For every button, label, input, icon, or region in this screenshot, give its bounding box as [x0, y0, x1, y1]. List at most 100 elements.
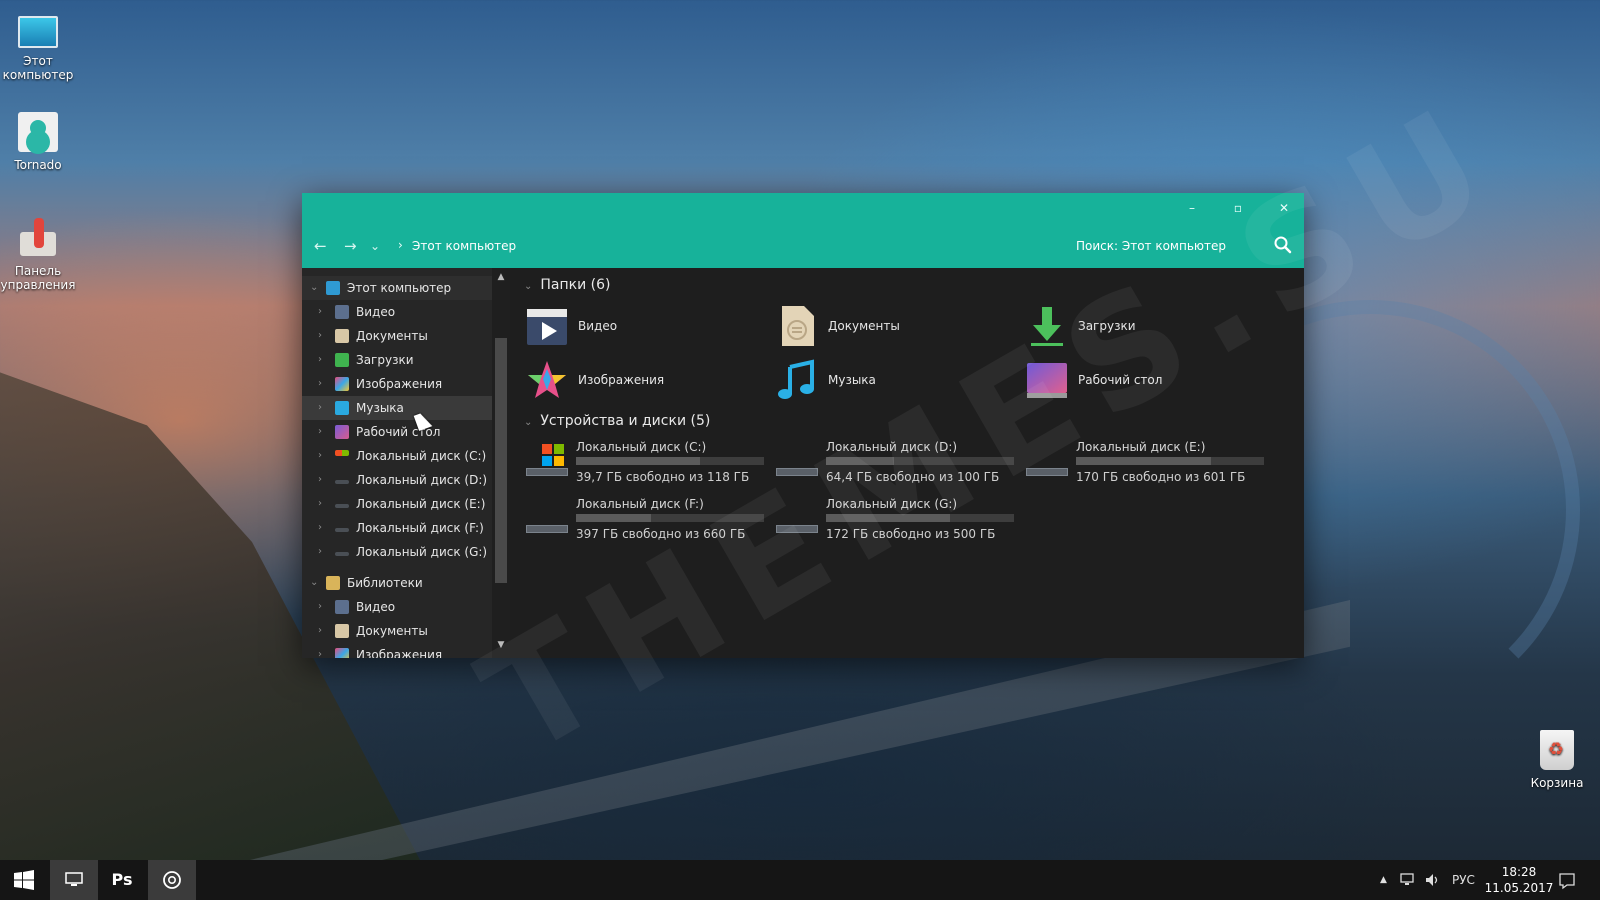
drive-usage-fill	[826, 514, 951, 522]
scroll-up-icon[interactable]: ▲	[495, 272, 507, 282]
sidebar-item-pictures[interactable]: › Изображения	[302, 372, 492, 396]
taskbar-photoshop-button[interactable]: Ps	[98, 860, 146, 900]
chevron-down-icon[interactable]: ⌄	[310, 571, 318, 595]
chevron-right-icon[interactable]: ›	[318, 540, 322, 564]
recent-locations-button[interactable]: ⌄	[370, 239, 380, 253]
chevron-right-icon[interactable]: ›	[318, 348, 322, 372]
windows-logo-icon	[14, 870, 34, 890]
sidebar-item-desktop[interactable]: › Рабочий стол	[302, 420, 492, 444]
chevron-down-icon[interactable]: ⌄	[310, 276, 318, 300]
scroll-down-icon[interactable]: ▼	[495, 640, 507, 650]
downloads-icon	[335, 353, 349, 367]
sidebar-item-label: Видео	[356, 600, 396, 614]
drive-icon	[526, 468, 568, 476]
folder-pictures[interactable]: Изображения	[526, 356, 776, 406]
sidebar-item-drive-d[interactable]: › Локальный диск (D:)	[302, 468, 492, 492]
chevron-right-icon[interactable]: ›	[318, 468, 322, 492]
chevron-right-icon[interactable]: ›	[318, 324, 322, 348]
pictures-icon	[335, 377, 349, 391]
sidebar-item-this-pc[interactable]: ⌄ Этот компьютер	[302, 276, 492, 300]
drive-name: Локальный диск (E:)	[1076, 440, 1206, 454]
drive-f[interactable]: Локальный диск (F:) 397 ГБ свободно из 6…	[526, 497, 771, 549]
start-button[interactable]	[0, 860, 48, 900]
group-title: Устройства и диски (5)	[540, 413, 711, 429]
windows-drive-icon	[335, 450, 349, 456]
sidebar-item-music[interactable]: › Музыка	[302, 396, 492, 420]
drive-usage-bar	[576, 457, 764, 465]
drive-name: Локальный диск (F:)	[576, 497, 704, 511]
drive-icon	[335, 528, 349, 532]
clock[interactable]: 18:28 11.05.2017	[1484, 864, 1554, 896]
drive-usage-fill	[826, 457, 894, 465]
chevron-right-icon[interactable]: ›	[318, 619, 322, 643]
chevron-right-icon[interactable]: ›	[318, 516, 322, 540]
chevron-right-icon[interactable]: ›	[318, 300, 322, 324]
folder-label: Изображения	[578, 373, 665, 387]
scrollbar-thumb[interactable]	[495, 338, 507, 583]
chevron-right-icon[interactable]: ›	[318, 492, 322, 516]
taskbar-chrome-button[interactable]	[148, 860, 196, 900]
sidebar-item-downloads[interactable]: › Загрузки	[302, 348, 492, 372]
drive-e[interactable]: Локальный диск (E:) 170 ГБ свободно из 6…	[1026, 440, 1271, 492]
maximize-button[interactable]: ▫	[1228, 201, 1248, 217]
network-icon[interactable]	[1400, 872, 1418, 888]
drive-free-space: 172 ГБ свободно из 500 ГБ	[826, 527, 996, 541]
tray-overflow-button[interactable]: ▲	[1380, 860, 1387, 900]
folder-label: Рабочий стол	[1078, 373, 1163, 387]
libraries-icon	[326, 576, 340, 590]
sidebar-item-libraries[interactable]: ⌄ Библиотеки	[302, 571, 492, 595]
sidebar-item-drive-e[interactable]: › Локальный диск (E:)	[302, 492, 492, 516]
chevron-down-icon[interactable]: ⌄	[524, 281, 532, 292]
drive-g[interactable]: Локальный диск (G:) 172 ГБ свободно из 5…	[776, 497, 1021, 549]
title-bar: – ▫ ✕ ← → ⌄ › Этот компьютер Поиск: Этот…	[302, 193, 1304, 268]
folder-downloads[interactable]: Загрузки	[1026, 302, 1276, 352]
breadcrumb[interactable]: Этот компьютер	[412, 239, 516, 253]
sidebar-scrollbar[interactable]: ▲ ▼	[492, 268, 510, 658]
folders-group-header[interactable]: ⌄ Папки (6)	[524, 277, 611, 293]
sidebar-item-drive-g[interactable]: › Локальный диск (G:)	[302, 540, 492, 564]
sidebar-item-lib-pictures[interactable]: › Изображения	[302, 643, 492, 658]
sidebar-item-video[interactable]: › Видео	[302, 300, 492, 324]
sidebar-item-drive-f[interactable]: › Локальный диск (F:)	[302, 516, 492, 540]
volume-icon[interactable]	[1424, 872, 1442, 888]
sidebar-item-drive-c[interactable]: › Локальный диск (C:)	[302, 444, 492, 468]
sidebar-item-label: Этот компьютер	[347, 281, 452, 295]
chevron-right-icon[interactable]: ›	[318, 372, 322, 396]
drive-d[interactable]: Локальный диск (D:) 64,4 ГБ свободно из …	[776, 440, 1021, 492]
close-button[interactable]: ✕	[1274, 201, 1294, 217]
chevron-right-icon[interactable]: ›	[318, 444, 322, 468]
sidebar-item-lib-video[interactable]: › Видео	[302, 595, 492, 619]
desktop-icon-control-panel[interactable]: Панель управления	[0, 218, 77, 292]
drives-group-header[interactable]: ⌄ Устройства и диски (5)	[524, 413, 710, 429]
drive-usage-bar	[826, 514, 1014, 522]
taskbar-explorer-button[interactable]	[50, 860, 98, 900]
video-icon	[527, 309, 567, 345]
drive-usage-fill	[1076, 457, 1212, 465]
chevron-right-icon[interactable]: ›	[318, 643, 322, 658]
drive-free-space: 170 ГБ свободно из 601 ГБ	[1076, 470, 1246, 484]
chevron-right-icon[interactable]: ›	[318, 420, 322, 444]
folder-music[interactable]: Музыка	[776, 356, 1026, 406]
forward-button[interactable]: →	[344, 237, 357, 255]
folder-video[interactable]: Видео	[526, 302, 776, 352]
chevron-right-icon[interactable]: ›	[318, 595, 322, 619]
language-indicator[interactable]: РУС	[1452, 860, 1475, 900]
search-input[interactable]: Поиск: Этот компьютер	[1076, 239, 1226, 253]
desktop-icon-this-pc[interactable]: Этот компьютер	[0, 12, 77, 82]
sidebar-item-documents[interactable]: › Документы	[302, 324, 492, 348]
desktop-icon-recycle-bin[interactable]: Корзина	[1518, 730, 1596, 790]
back-button[interactable]: ←	[314, 237, 327, 255]
search-icon[interactable]	[1272, 234, 1294, 256]
drive-c[interactable]: Локальный диск (C:) 39,7 ГБ свободно из …	[526, 440, 771, 492]
action-center-icon[interactable]	[1558, 872, 1576, 890]
desktop-icon-user[interactable]: Tornado	[0, 112, 77, 172]
content-pane: ⌄ Папки (6) Видео Документы Загрузки Изо…	[510, 268, 1304, 658]
folder-desktop[interactable]: Рабочий стол	[1026, 356, 1276, 406]
sidebar-item-lib-documents[interactable]: › Документы	[302, 619, 492, 643]
folder-documents[interactable]: Документы	[776, 302, 1026, 352]
chevron-down-icon[interactable]: ⌄	[524, 417, 532, 428]
drive-usage-fill	[576, 457, 701, 465]
sidebar-item-label: Видео	[356, 305, 396, 319]
chevron-right-icon[interactable]: ›	[318, 396, 322, 420]
minimize-button[interactable]: –	[1182, 201, 1202, 217]
